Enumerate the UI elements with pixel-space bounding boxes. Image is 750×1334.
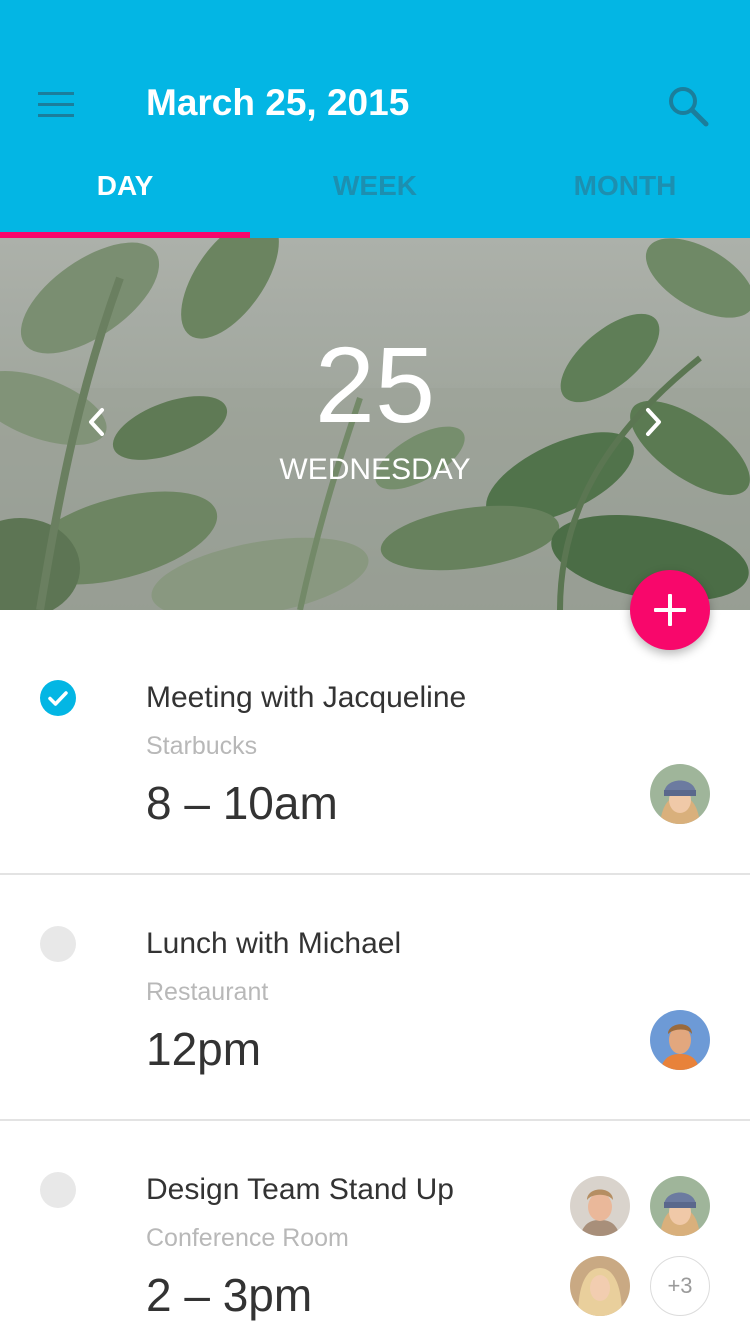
view-tabs: DAY WEEK MONTH bbox=[0, 150, 750, 238]
event-item[interactable]: Lunch with Michael Restaurant 12pm bbox=[0, 876, 750, 1121]
add-event-button[interactable] bbox=[630, 570, 710, 650]
hamburger-menu-icon[interactable] bbox=[38, 92, 74, 118]
incomplete-check-icon[interactable] bbox=[40, 926, 76, 962]
woman-blonde-avatar[interactable] bbox=[570, 1256, 630, 1316]
event-item[interactable]: Design Team Stand Up Conference Room 2 –… bbox=[0, 1122, 750, 1334]
man-blue-bg-avatar[interactable] bbox=[650, 1010, 710, 1070]
search-icon[interactable] bbox=[666, 84, 710, 128]
event-title: Lunch with Michael bbox=[146, 927, 402, 960]
tab-week-label: WEEK bbox=[333, 170, 417, 201]
event-time: 12pm bbox=[146, 1023, 262, 1075]
completed-check-icon[interactable] bbox=[40, 680, 76, 716]
woman-beanie-avatar[interactable] bbox=[650, 764, 710, 824]
tab-month-label: MONTH bbox=[573, 170, 677, 201]
app-bar: March 25, 2015 DAY WEEK MONTH bbox=[0, 0, 750, 238]
event-time: 2 – 3pm bbox=[146, 1269, 313, 1321]
tab-week[interactable]: WEEK bbox=[250, 150, 500, 238]
plus-icon-vertical bbox=[668, 594, 672, 626]
event-title: Design Team Stand Up bbox=[146, 1173, 454, 1206]
page-title: March 25, 2015 bbox=[146, 82, 410, 123]
event-title: Meeting with Jacqueline bbox=[146, 681, 467, 714]
event-item[interactable]: Meeting with Jacqueline Starbucks 8 – 10… bbox=[0, 610, 750, 875]
event-location: Restaurant bbox=[146, 978, 269, 1006]
incomplete-check-icon[interactable] bbox=[40, 1172, 76, 1208]
more-attendees-badge[interactable]: +3 bbox=[650, 1256, 710, 1316]
day-name: WEDNESDAY bbox=[279, 453, 471, 486]
tab-month[interactable]: MONTH bbox=[500, 150, 750, 238]
tab-day-label: DAY bbox=[96, 170, 154, 201]
event-location: Starbucks bbox=[146, 732, 258, 760]
chevron-right-icon[interactable] bbox=[638, 404, 668, 440]
event-location: Conference Room bbox=[146, 1224, 349, 1252]
woman-beanie-avatar[interactable] bbox=[650, 1176, 710, 1236]
tab-day[interactable]: DAY bbox=[0, 150, 250, 238]
date-hero: 25 WEDNESDAY bbox=[0, 238, 750, 610]
man-smiling-avatar[interactable] bbox=[570, 1176, 630, 1236]
event-time: 8 – 10am bbox=[146, 777, 338, 829]
